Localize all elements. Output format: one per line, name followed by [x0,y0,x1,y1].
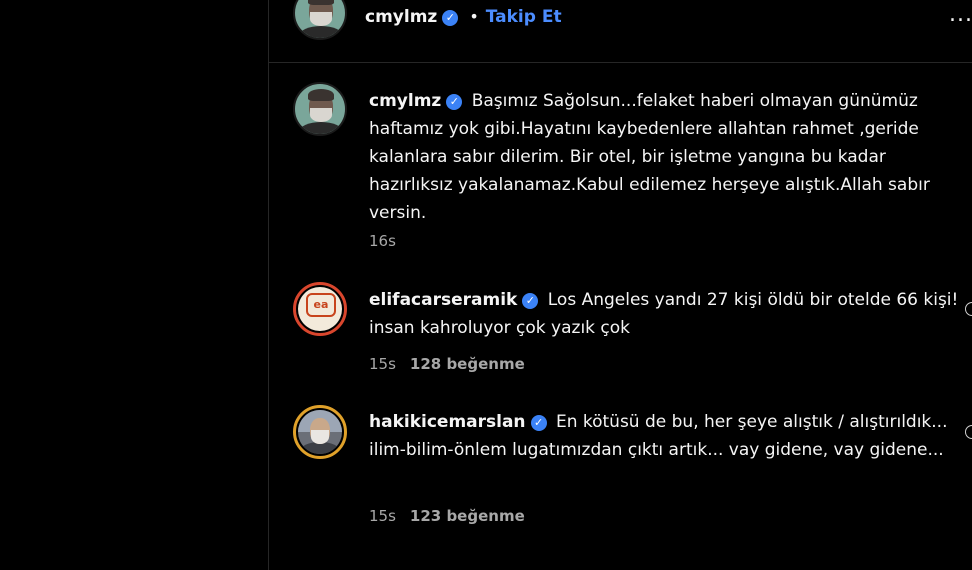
comment-avatar[interactable] [293,82,347,136]
heart-icon[interactable] [965,302,972,316]
comment-text-block: cmylmz ✓ Başımız Sağolsun...felaket haber… [369,87,959,227]
comment-likes[interactable]: 128 beğenme [410,355,525,373]
header-username[interactable]: cmylmz [365,7,437,27]
verified-badge-icon: ✓ [522,293,539,309]
comment-meta: 15s 123 beğenme [369,507,525,525]
more-options-icon[interactable]: ... [949,2,972,27]
comment-likes[interactable]: 123 beğenme [410,507,525,525]
comment-time[interactable]: 15s [369,507,396,525]
comment-text-block: elifacarseramik ✓ Los Angeles yandı 27 ki… [369,286,959,342]
header-user-line: cmylmz ✓ • Takip Et [365,7,562,27]
comment-avatar[interactable]: ea [293,282,347,336]
comment-meta: 15s 128 beğenme [369,355,525,373]
comment-time[interactable]: 16s [369,232,396,250]
post-header: cmylmz ✓ • Takip Et ... [269,0,972,63]
comment-meta: 16s [369,232,396,250]
verified-badge-icon: ✓ [446,94,463,110]
comment-text-block: hakikicemarslan ✓ En kötüsü de bu, her şe… [369,408,959,464]
comment-username[interactable]: elifacarseramik [369,290,517,310]
brand-logo: ea [306,293,336,317]
left-blank-area [0,0,268,570]
verified-badge-icon: ✓ [442,10,459,26]
follow-button[interactable]: Takip Et [486,7,562,27]
header-avatar[interactable] [293,0,347,40]
comment-username[interactable]: cmylmz [369,91,441,111]
heart-icon[interactable] [965,425,972,439]
verified-badge-icon: ✓ [530,415,547,431]
separator-dot: • [469,7,479,26]
comment-time[interactable]: 15s [369,355,396,373]
comment-username[interactable]: hakikicemarslan [369,412,526,432]
comment-body: Başımız Sağolsun...felaket haberi olmaya… [369,91,930,223]
comment-avatar[interactable] [293,405,347,459]
comments-panel: cmylmz ✓ • Takip Et ... cmylmz ✓ Başımız Sağ… [268,0,972,570]
